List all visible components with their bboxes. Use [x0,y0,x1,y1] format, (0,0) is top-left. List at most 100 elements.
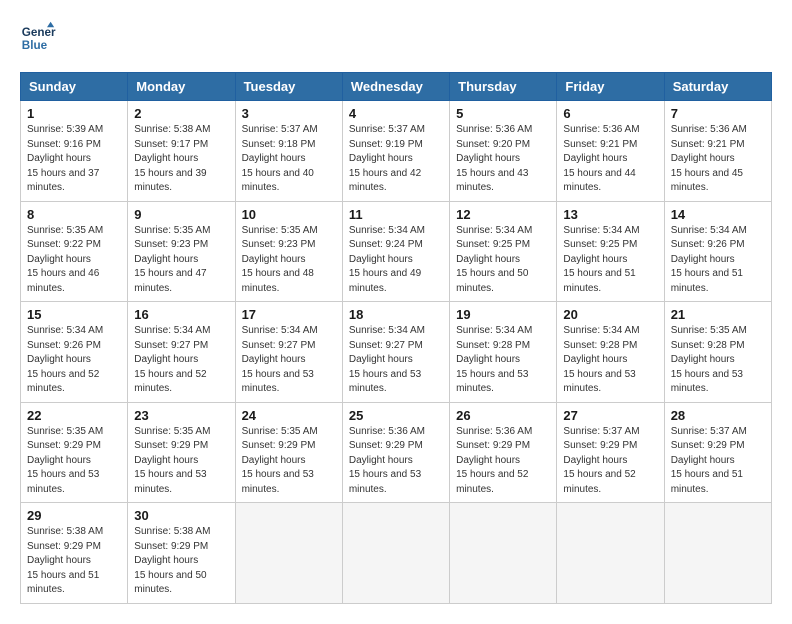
day-number: 25 [349,408,443,423]
calendar-day-cell: 26 Sunrise: 5:36 AMSunset: 9:29 PMDayligh… [450,402,557,503]
calendar-day-cell: 9 Sunrise: 5:35 AMSunset: 9:23 PMDaylight… [128,201,235,302]
day-number: 27 [563,408,657,423]
weekday-header: Tuesday [235,73,342,101]
day-info: Sunrise: 5:38 AMSunset: 9:29 PMDaylight … [27,525,121,598]
calendar-week-row: 29 Sunrise: 5:38 AMSunset: 9:29 PMDayligh… [21,503,772,604]
day-info: Sunrise: 5:36 AMSunset: 9:20 PMDaylight … [456,123,550,196]
day-number: 15 [27,307,121,322]
day-number: 6 [563,106,657,121]
day-info: Sunrise: 5:35 AMSunset: 9:29 PMDaylight … [242,425,336,498]
calendar-day-cell: 11 Sunrise: 5:34 AMSunset: 9:24 PMDayligh… [342,201,449,302]
day-info: Sunrise: 5:39 AMSunset: 9:16 PMDaylight … [27,123,121,196]
day-number: 17 [242,307,336,322]
day-info: Sunrise: 5:36 AMSunset: 9:21 PMDaylight … [671,123,765,196]
day-info: Sunrise: 5:34 AMSunset: 9:26 PMDaylight … [27,324,121,397]
day-number: 1 [27,106,121,121]
calendar-day-cell: 2 Sunrise: 5:38 AMSunset: 9:17 PMDaylight… [128,101,235,202]
calendar-day-cell: 27 Sunrise: 5:37 AMSunset: 9:29 PMDayligh… [557,402,664,503]
calendar-day-cell: 16 Sunrise: 5:34 AMSunset: 9:27 PMDayligh… [128,302,235,403]
day-number: 13 [563,207,657,222]
calendar-table: SundayMondayTuesdayWednesdayThursdayFrid… [20,72,772,604]
calendar-day-cell [235,503,342,604]
day-number: 4 [349,106,443,121]
day-info: Sunrise: 5:35 AMSunset: 9:23 PMDaylight … [242,224,336,297]
logo-icon: General Blue [20,20,56,56]
day-info: Sunrise: 5:34 AMSunset: 9:28 PMDaylight … [456,324,550,397]
day-number: 26 [456,408,550,423]
day-number: 7 [671,106,765,121]
day-number: 3 [242,106,336,121]
day-info: Sunrise: 5:37 AMSunset: 9:29 PMDaylight … [563,425,657,498]
day-info: Sunrise: 5:34 AMSunset: 9:27 PMDaylight … [349,324,443,397]
day-number: 18 [349,307,443,322]
day-info: Sunrise: 5:37 AMSunset: 9:18 PMDaylight … [242,123,336,196]
day-info: Sunrise: 5:34 AMSunset: 9:28 PMDaylight … [563,324,657,397]
day-number: 2 [134,106,228,121]
calendar-day-cell [342,503,449,604]
day-number: 29 [27,508,121,523]
day-number: 22 [27,408,121,423]
day-number: 14 [671,207,765,222]
day-info: Sunrise: 5:35 AMSunset: 9:22 PMDaylight … [27,224,121,297]
day-info: Sunrise: 5:34 AMSunset: 9:27 PMDaylight … [242,324,336,397]
weekday-header: Wednesday [342,73,449,101]
calendar-day-cell [664,503,771,604]
day-info: Sunrise: 5:36 AMSunset: 9:29 PMDaylight … [456,425,550,498]
day-number: 20 [563,307,657,322]
calendar-day-cell: 28Sunrise: 5:37 AMSunset: 9:29 PMDayligh… [664,402,771,503]
calendar-day-cell: 25Sunrise: 5:36 AMSunset: 9:29 PMDayligh… [342,402,449,503]
day-number: 10 [242,207,336,222]
calendar-day-cell: 4Sunrise: 5:37 AMSunset: 9:19 PMDaylight… [342,101,449,202]
calendar-day-cell [450,503,557,604]
day-number: 12 [456,207,550,222]
day-info: Sunrise: 5:34 AMSunset: 9:24 PMDaylight … [349,224,443,297]
day-number: 8 [27,207,121,222]
day-number: 9 [134,207,228,222]
weekday-header: Sunday [21,73,128,101]
day-info: Sunrise: 5:35 AMSunset: 9:29 PMDaylight … [134,425,228,498]
day-number: 19 [456,307,550,322]
calendar-day-cell: 6 Sunrise: 5:36 AMSunset: 9:21 PMDaylight… [557,101,664,202]
calendar-day-cell: 20 Sunrise: 5:34 AMSunset: 9:28 PMDayligh… [557,302,664,403]
calendar-day-cell: 21 Sunrise: 5:35 AMSunset: 9:28 PMDayligh… [664,302,771,403]
calendar-day-cell: 30Sunrise: 5:38 AMSunset: 9:29 PMDayligh… [128,503,235,604]
weekday-header: Friday [557,73,664,101]
day-number: 28 [671,408,765,423]
calendar-week-row: 22 Sunrise: 5:35 AMSunset: 9:29 PMDayligh… [21,402,772,503]
day-info: Sunrise: 5:34 AMSunset: 9:27 PMDaylight … [134,324,228,397]
calendar-day-cell: 8 Sunrise: 5:35 AMSunset: 9:22 PMDaylight… [21,201,128,302]
day-number: 5 [456,106,550,121]
weekday-header: Monday [128,73,235,101]
calendar-day-cell: 24Sunrise: 5:35 AMSunset: 9:29 PMDayligh… [235,402,342,503]
day-info: Sunrise: 5:36 AMSunset: 9:21 PMDaylight … [563,123,657,196]
calendar-day-cell: 13 Sunrise: 5:34 AMSunset: 9:25 PMDayligh… [557,201,664,302]
day-info: Sunrise: 5:35 AMSunset: 9:28 PMDaylight … [671,324,765,397]
calendar-day-cell: 7 Sunrise: 5:36 AMSunset: 9:21 PMDaylight… [664,101,771,202]
day-info: Sunrise: 5:34 AMSunset: 9:26 PMDaylight … [671,224,765,297]
day-info: Sunrise: 5:34 AMSunset: 9:25 PMDaylight … [563,224,657,297]
calendar-day-cell: 18 Sunrise: 5:34 AMSunset: 9:27 PMDayligh… [342,302,449,403]
day-number: 30 [134,508,228,523]
day-info: Sunrise: 5:38 AMSunset: 9:17 PMDaylight … [134,123,228,196]
day-info: Sunrise: 5:35 AMSunset: 9:29 PMDaylight … [27,425,121,498]
calendar-day-cell: 29 Sunrise: 5:38 AMSunset: 9:29 PMDayligh… [21,503,128,604]
calendar-day-cell: 17 Sunrise: 5:34 AMSunset: 9:27 PMDayligh… [235,302,342,403]
calendar-day-cell: 5 Sunrise: 5:36 AMSunset: 9:20 PMDaylight… [450,101,557,202]
day-info: Sunrise: 5:35 AMSunset: 9:23 PMDaylight … [134,224,228,297]
calendar-day-cell: 1 Sunrise: 5:39 AMSunset: 9:16 PMDaylight… [21,101,128,202]
calendar-day-cell: 22 Sunrise: 5:35 AMSunset: 9:29 PMDayligh… [21,402,128,503]
calendar-week-row: 15 Sunrise: 5:34 AMSunset: 9:26 PMDayligh… [21,302,772,403]
day-info: Sunrise: 5:34 AMSunset: 9:25 PMDaylight … [456,224,550,297]
weekday-header: Thursday [450,73,557,101]
calendar-day-cell: 10 Sunrise: 5:35 AMSunset: 9:23 PMDayligh… [235,201,342,302]
day-number: 11 [349,207,443,222]
calendar-day-cell: 23 Sunrise: 5:35 AMSunset: 9:29 PMDayligh… [128,402,235,503]
calendar-day-cell: 3 Sunrise: 5:37 AMSunset: 9:18 PMDaylight… [235,101,342,202]
calendar-day-cell: 19 Sunrise: 5:34 AMSunset: 9:28 PMDayligh… [450,302,557,403]
page-header: General Blue [20,20,772,56]
day-number: 16 [134,307,228,322]
calendar-week-row: 8 Sunrise: 5:35 AMSunset: 9:22 PMDaylight… [21,201,772,302]
day-number: 21 [671,307,765,322]
calendar-header-row: SundayMondayTuesdayWednesdayThursdayFrid… [21,73,772,101]
day-number: 23 [134,408,228,423]
